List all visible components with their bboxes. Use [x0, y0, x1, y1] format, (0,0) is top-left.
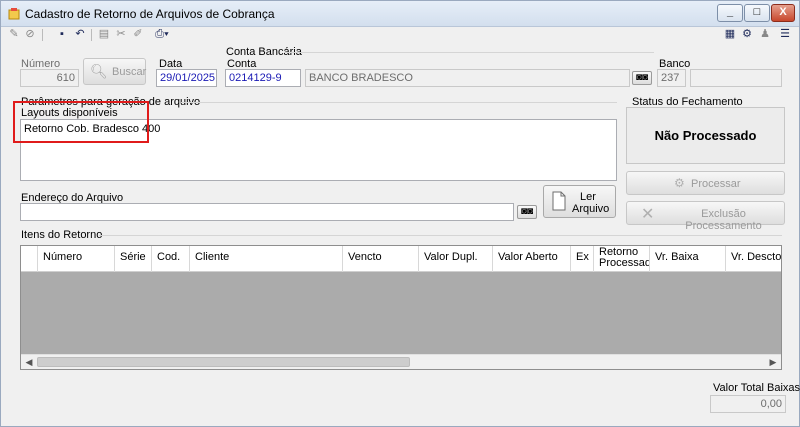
scroll-right-icon[interactable]: ▶ [766, 356, 780, 369]
buscar-button[interactable]: 🔍︎ Buscar [83, 58, 146, 85]
conta-field[interactable]: 0214129-9 [225, 69, 301, 87]
title-bar: Cadastro de Retorno de Arquivos de Cobra… [1, 1, 799, 27]
toolbar-separator [91, 29, 92, 41]
menu-icon[interactable]: ☰ [778, 27, 792, 41]
group-divider [181, 102, 617, 103]
new-icon[interactable]: ✎ [7, 27, 21, 41]
data-field[interactable]: 29/01/2025 [156, 69, 217, 87]
col-processado-line: Processado [599, 257, 649, 269]
itens-grid[interactable]: Número Série Cod. Cliente Vencto Valor D… [20, 245, 782, 370]
save-icon[interactable]: ▪ [55, 27, 69, 41]
banco-code-field: 237 [657, 69, 686, 87]
process-icon: ⚙ [674, 176, 685, 190]
binoculars-icon: ◙◙ [520, 206, 534, 217]
processar-label: Processar [691, 178, 741, 190]
col-cod[interactable]: Cod. [152, 246, 190, 272]
col-ex[interactable]: Ex [571, 246, 594, 272]
browse-file-button[interactable]: ◙◙ [517, 205, 537, 219]
close-button[interactable]: X [771, 4, 795, 22]
col-vencto[interactable]: Vencto [343, 246, 419, 272]
highlight-box [13, 101, 149, 143]
search-icon: 🔍︎ [90, 63, 108, 79]
col-serie[interactable]: Série [115, 246, 152, 272]
group-divider [99, 235, 782, 236]
group-divider [284, 52, 654, 53]
status-box: Não Processado [626, 107, 785, 164]
grid-horizontal-scrollbar[interactable]: ◀ ▶ [21, 354, 781, 369]
numero-field[interactable]: 610 [20, 69, 79, 87]
col-numero[interactable]: Número [38, 246, 115, 272]
total-baixas-field: 0,00 [710, 395, 786, 413]
user-icon[interactable]: ♟ [758, 27, 772, 41]
row-header-cell [21, 246, 38, 272]
buscar-label: Buscar [112, 66, 147, 78]
grid-header: Número Série Cod. Cliente Vencto Valor D… [21, 246, 781, 272]
scroll-thumb[interactable] [37, 357, 410, 367]
minimize-button[interactable]: _ [717, 4, 743, 22]
file-icon [552, 191, 566, 211]
settings-icon[interactable]: ⚙ [740, 27, 754, 41]
toolbar: ✎ ⊘ ▪ ↶ ▤ ✂ ✐ ⎙▾ ▦ ⚙ ♟ ☰ [1, 27, 799, 43]
col-retorno-processado[interactable]: Retorno Processado [594, 246, 650, 272]
clear-icon[interactable]: ✐ [131, 27, 145, 41]
app-icon [8, 8, 20, 20]
col-cliente[interactable]: Cliente [190, 246, 343, 272]
col-valor-dupl[interactable]: Valor Dupl. [419, 246, 493, 272]
toolbar-separator [42, 29, 43, 41]
arquivo-label: Arquivo [572, 203, 610, 215]
close-icon: X [779, 6, 787, 18]
copy-icon[interactable]: ▤ [97, 27, 111, 41]
total-baixas-label: Valor Total Baixas [713, 382, 800, 394]
status-value: Não Processado [654, 128, 757, 143]
exclusao-label: Exclusão Processamento [685, 208, 762, 232]
minimize-icon: _ [726, 6, 734, 18]
banco-extra-field [690, 69, 782, 87]
scroll-left-icon[interactable]: ◀ [22, 356, 36, 369]
delete-icon: ✕ [641, 206, 655, 223]
tools-icon[interactable]: ✂ [114, 27, 128, 41]
col-valor-aberto[interactable]: Valor Aberto [493, 246, 571, 272]
exclusao-button[interactable]: ✕ Exclusão Processamento [626, 201, 785, 232]
ler-arquivo-button[interactable]: Ler Arquivo [543, 185, 616, 218]
window-title: Cadastro de Retorno de Arquivos de Cobra… [25, 7, 275, 21]
processar-button[interactable]: ⚙ Processar [626, 171, 785, 195]
layout-icon[interactable]: ▦ [723, 27, 737, 41]
col-vr-descto[interactable]: Vr. Descto [726, 246, 781, 272]
endereco-input[interactable] [20, 203, 514, 221]
cancel-icon[interactable]: ⊘ [23, 27, 37, 41]
col-vr-baixa[interactable]: Vr. Baixa [650, 246, 726, 272]
main-window: Cadastro de Retorno de Arquivos de Cobra… [0, 0, 800, 427]
itens-group-label: Itens do Retorno [21, 229, 103, 241]
banco-nome-field: BANCO BRADESCO [305, 69, 630, 87]
print-icon[interactable]: ⎙▾ [151, 27, 173, 41]
undo-icon[interactable]: ↶ [73, 27, 87, 41]
binoculars-icon: ◙◙ [635, 72, 649, 83]
lookup-conta-button[interactable]: ◙◙ [632, 71, 652, 85]
maximize-button[interactable]: □ [744, 4, 770, 22]
maximize-icon: □ [753, 6, 761, 18]
ler-label: Ler [580, 191, 596, 203]
